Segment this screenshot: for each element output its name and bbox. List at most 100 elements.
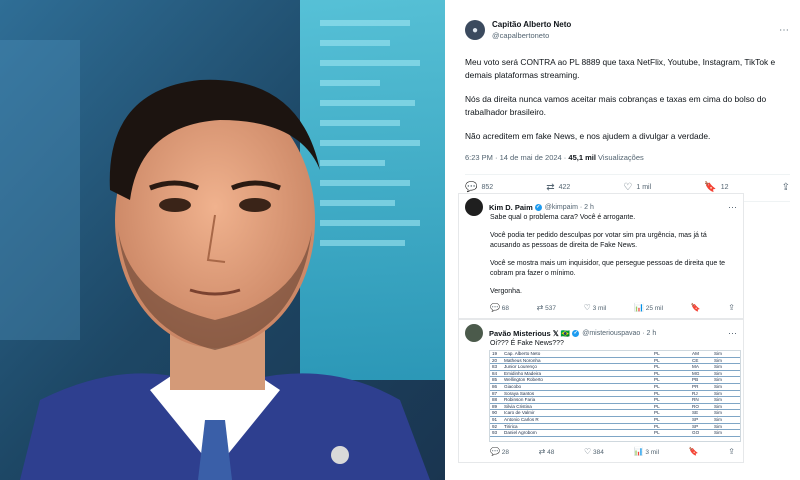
bookmark-button[interactable]: 🔖 12: [704, 181, 729, 193]
share-button[interactable]: ⇪: [728, 303, 735, 313]
vote-cell: Soraya Santos: [504, 390, 535, 396]
reply-paragraph: Vergonha.: [490, 288, 522, 295]
bookmark-icon: 🔖: [704, 181, 717, 193]
tweet-paragraph: Meu voto será CONTRA ao PL 8889 que taxa…: [465, 57, 776, 80]
vote-cell: Sim: [714, 390, 722, 396]
vote-row: 20 Matheus Noronha PL CE Sim: [490, 358, 740, 365]
author-name[interactable]: Capitão Alberto Neto: [492, 19, 571, 30]
vote-cell: PL: [654, 383, 660, 389]
vote-cell: Sim: [714, 351, 722, 356]
bookmark-button[interactable]: 🔖: [689, 447, 699, 457]
bookmark-count: 12: [720, 184, 729, 191]
retweet-button[interactable]: ⇄ 537: [537, 303, 556, 313]
retweet-icon: ⇄: [536, 303, 544, 312]
vote-cell: 91: [492, 416, 498, 422]
retweet-count: 537: [545, 305, 556, 312]
vote-cell: PL: [654, 410, 660, 416]
vote-cell: Sim: [714, 364, 722, 370]
vote-cell: 20: [492, 357, 498, 363]
verified-icon: ✓: [572, 330, 580, 338]
vote-cell: Daniel Agrobom: [504, 430, 537, 436]
vote-cell: PL: [654, 351, 660, 356]
share-button[interactable]: ⇪: [782, 182, 790, 193]
reply-text: Sabe qual o problema cara? Você é arroga…: [459, 213, 743, 297]
vote-row: 84 Emidinho Madeira PL MG Sim: [490, 371, 740, 378]
reply-author-handle[interactable]: @kimpaim · 2 h: [545, 204, 594, 211]
views-label: Visualizações: [598, 152, 644, 162]
avatar[interactable]: ●: [465, 20, 485, 40]
reply-author-name[interactable]: Kim D. Paim ✓: [489, 203, 542, 212]
vote-row: 86 Giacobo PL PR Sim: [490, 384, 740, 391]
share-button[interactable]: ⇪: [728, 447, 735, 457]
views-button[interactable]: 📊 3 mil: [634, 447, 660, 457]
vote-cell: GO: [692, 430, 700, 436]
vote-cell: Sim: [714, 423, 722, 429]
retweet-button[interactable]: ⇄ 422: [546, 182, 571, 193]
like-icon: ♡: [584, 447, 592, 456]
views-icon: 📊: [633, 303, 644, 312]
reply-button[interactable]: 💬 28: [490, 447, 509, 457]
vote-cell: MG: [692, 370, 700, 376]
reply-icon: 💬: [490, 303, 500, 312]
reply-button[interactable]: 💬 852: [465, 181, 494, 193]
like-count: 3 mil: [592, 305, 607, 312]
retweet-button[interactable]: ⇄ 48: [539, 447, 555, 457]
vote-cell: Sim: [714, 370, 722, 376]
like-button[interactable]: ♡ 384: [584, 447, 604, 457]
vote-cell: PL: [654, 377, 660, 383]
vote-cell: 88: [492, 397, 498, 403]
reply-author-handle[interactable]: @misteriouspavao · 2 h: [582, 330, 656, 337]
reply-paragraph: Sabe qual o problema cara? Você é arroga…: [490, 214, 636, 221]
more-icon[interactable]: ⋯: [779, 25, 790, 36]
reply-author-name[interactable]: Pavão Misterious 𝕏 🇧🇷 ✓: [489, 329, 580, 338]
views-button[interactable]: 📊 25 mil: [634, 303, 663, 313]
vote-row: 85 Wellington Roberto PL PB Sim: [490, 377, 740, 384]
vote-row: 19 Cap. Alberto Neto PL AM Sim: [490, 351, 740, 358]
reply-button[interactable]: 💬 68: [490, 303, 509, 313]
vote-list-image[interactable]: 19 Cap. Alberto Neto PL AM Sim 20 Matheus Noro…: [489, 350, 741, 442]
tweet-paragraph: Nós da direita nunca vamos aceitar mais …: [465, 94, 767, 117]
vote-cell: Silvia Cristina: [504, 403, 532, 409]
like-icon: ♡: [623, 181, 633, 193]
timestamp[interactable]: 6:23 PM · 14 de mai de 2024 ·: [465, 153, 566, 162]
vote-row: 92 Tiririca PL SP Sim: [490, 424, 740, 431]
vote-cell: PL: [654, 416, 660, 422]
more-icon[interactable]: ⋯: [728, 328, 737, 339]
like-icon: ♡: [583, 303, 591, 312]
more-icon[interactable]: ⋯: [728, 202, 737, 213]
vote-cell: 85: [492, 377, 498, 383]
author-block: Capitão Alberto Neto @capalbertoneto: [492, 19, 571, 41]
bookmark-icon: 🔖: [690, 303, 701, 312]
avatar[interactable]: [465, 324, 483, 342]
avatar[interactable]: [465, 198, 483, 216]
vote-row: 87 Soraya Santos PL RJ Sim: [490, 391, 740, 398]
author-handle[interactable]: @capalbertoneto: [492, 30, 571, 41]
reply-count: 852: [481, 184, 494, 191]
retweet-count: 48: [547, 449, 555, 456]
vote-cell: Sim: [714, 383, 722, 389]
reply-icon: 💬: [465, 181, 478, 193]
bookmark-button[interactable]: 🔖: [691, 303, 701, 313]
retweet-count: 422: [558, 184, 571, 191]
vote-cell: PL: [654, 430, 660, 436]
vote-cell: Matheus Noronha: [504, 357, 541, 363]
views-count: 25 mil: [645, 305, 664, 312]
vote-cell: Junior Lourenço: [504, 364, 537, 370]
vote-row: 93 Daniel Agrobom PL GO Sim: [490, 430, 740, 437]
vote-cell: SP: [692, 423, 699, 429]
verified-icon: ✓: [534, 204, 542, 212]
tweet-header: ● Capitão Alberto Neto @capalbertoneto ⋯: [465, 14, 790, 46]
vote-cell: Icaro de Valmir: [504, 410, 535, 416]
like-button[interactable]: ♡ 1 mil: [623, 181, 651, 193]
vote-cell: 86: [492, 383, 498, 389]
vote-cell: PL: [654, 423, 660, 429]
vote-cell: 92: [492, 423, 498, 429]
vote-cell: PL: [654, 390, 660, 396]
vote-cell: SE: [692, 410, 699, 416]
views-count: 3 mil: [645, 449, 660, 456]
bookmark-icon: 🔖: [688, 447, 699, 456]
reply-count: 68: [501, 305, 510, 312]
vote-cell: RN: [692, 397, 699, 403]
tweet-meta: 6:23 PM · 14 de mai de 2024 · 45,1 mil V…: [465, 153, 790, 162]
like-button[interactable]: ♡ 3 mil: [584, 303, 607, 313]
